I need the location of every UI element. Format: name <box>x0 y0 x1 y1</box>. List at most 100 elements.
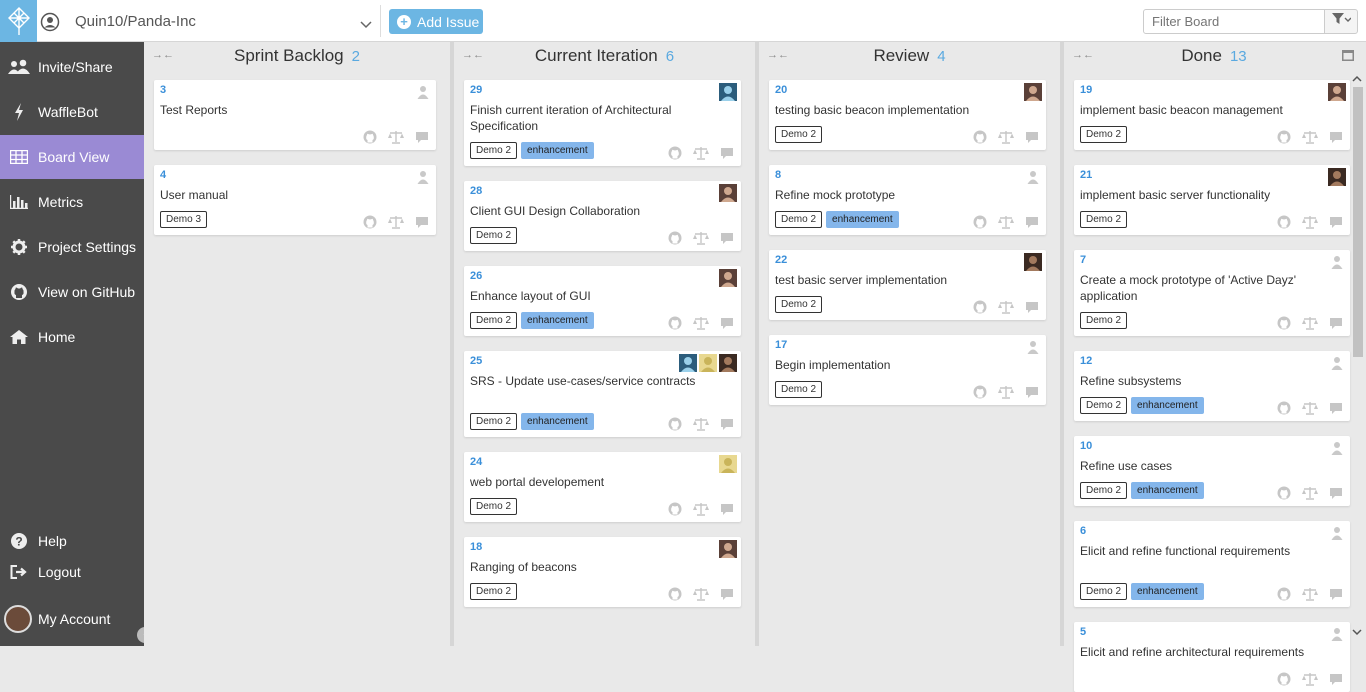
issue-title[interactable]: test basic server implementation <box>775 272 1006 288</box>
issue-number[interactable]: 6 <box>1080 525 1086 537</box>
issue-card[interactable]: 6 Elicit and refine functional requiremen… <box>1074 521 1350 607</box>
comment-icon[interactable] <box>1024 130 1040 144</box>
github-icon[interactable] <box>972 215 988 229</box>
issue-card[interactable]: 3 Test Reports <box>154 80 436 150</box>
issue-number[interactable]: 5 <box>1080 626 1086 638</box>
balance-scale-icon[interactable] <box>1302 672 1318 686</box>
comment-icon[interactable] <box>1328 587 1344 601</box>
unassigned-user-icon[interactable] <box>1024 168 1042 186</box>
comment-icon[interactable] <box>1328 130 1344 144</box>
label-enhancement[interactable]: enhancement <box>826 211 899 228</box>
issue-title[interactable]: implement basic beacon management <box>1080 102 1310 118</box>
label-enhancement[interactable]: enhancement <box>521 312 594 329</box>
my-account-link[interactable]: My Account <box>0 597 144 641</box>
balance-scale-icon[interactable] <box>693 417 709 431</box>
github-icon[interactable] <box>667 502 683 516</box>
issue-number[interactable]: 19 <box>1080 84 1092 96</box>
balance-scale-icon[interactable] <box>1302 587 1318 601</box>
sidebar-item-home[interactable]: Home <box>0 315 144 359</box>
balance-scale-icon[interactable] <box>1302 130 1318 144</box>
issue-card[interactable]: 25 SRS - Update use-cases/service contrac… <box>464 351 741 437</box>
issue-card[interactable]: 10 Refine use cases Demo 2 enhancement <box>1074 436 1350 506</box>
comment-icon[interactable] <box>719 587 735 601</box>
balance-scale-icon[interactable] <box>693 502 709 516</box>
label-enhancement[interactable]: enhancement <box>1131 583 1204 600</box>
sidebar-item-view-on-github[interactable]: View on GitHub <box>0 270 144 314</box>
issue-card[interactable]: 12 Refine subsystems Demo 2 enhancement <box>1074 351 1350 421</box>
issue-title[interactable]: Begin implementation <box>775 357 1006 373</box>
logout-link[interactable]: Logout <box>0 550 144 594</box>
balance-scale-icon[interactable] <box>693 146 709 160</box>
issue-number[interactable]: 3 <box>160 84 166 96</box>
assignee-avatar[interactable] <box>1328 83 1346 101</box>
issue-number[interactable]: 8 <box>775 169 781 181</box>
github-icon[interactable] <box>972 130 988 144</box>
repo-select[interactable]: Quin10/Panda-Inc <box>65 5 381 37</box>
issue-card[interactable]: 4 User manual Demo 3 <box>154 165 436 235</box>
issue-title[interactable]: Ranging of beacons <box>470 559 701 575</box>
balance-scale-icon[interactable] <box>998 130 1014 144</box>
label-milestone[interactable]: Demo 2 <box>470 498 518 515</box>
issue-title[interactable]: SRS - Update use-cases/service contracts <box>470 373 701 389</box>
issue-title[interactable]: Finish current iteration of Architectura… <box>470 102 701 134</box>
issue-title[interactable]: Elicit and refine architectural requirem… <box>1080 644 1310 660</box>
board-scrollbar[interactable] <box>1350 70 1364 640</box>
github-icon[interactable] <box>362 215 378 229</box>
balance-scale-icon[interactable] <box>693 231 709 245</box>
issue-number[interactable]: 24 <box>470 456 482 468</box>
issue-card[interactable]: 17 Begin implementation Demo 2 <box>769 335 1046 405</box>
comment-icon[interactable] <box>719 502 735 516</box>
label-milestone[interactable]: Demo 2 <box>775 381 823 398</box>
github-icon[interactable] <box>1276 316 1292 330</box>
issue-title[interactable]: Create a mock prototype of 'Active Dayz'… <box>1080 272 1310 304</box>
balance-scale-icon[interactable] <box>693 587 709 601</box>
assignee-avatar[interactable] <box>719 83 737 101</box>
unassigned-user-icon[interactable] <box>1328 439 1346 457</box>
issue-card[interactable]: 28 Client GUI Design Collaboration Demo 2 <box>464 181 741 251</box>
issue-card[interactable]: 29 Finish current iteration of Architectu… <box>464 80 741 166</box>
label-milestone[interactable]: Demo 2 <box>1080 397 1128 414</box>
issue-title[interactable]: Elicit and refine functional requirement… <box>1080 543 1310 559</box>
issue-number[interactable]: 29 <box>470 84 482 96</box>
label-milestone[interactable]: Demo 2 <box>775 211 823 228</box>
issue-card[interactable]: 18 Ranging of beacons Demo 2 <box>464 537 741 607</box>
github-icon[interactable] <box>667 231 683 245</box>
comment-icon[interactable] <box>1328 401 1344 415</box>
github-icon[interactable] <box>362 130 378 144</box>
label-enhancement[interactable]: enhancement <box>521 413 594 430</box>
comment-icon[interactable] <box>1024 215 1040 229</box>
unassigned-user-icon[interactable] <box>414 83 432 101</box>
comment-icon[interactable] <box>414 130 430 144</box>
label-milestone[interactable]: Demo 2 <box>470 227 518 244</box>
label-milestone[interactable]: Demo 2 <box>1080 211 1128 228</box>
label-enhancement[interactable]: enhancement <box>1131 397 1204 414</box>
github-icon[interactable] <box>1276 401 1292 415</box>
assignee-avatar[interactable] <box>1024 83 1042 101</box>
balance-scale-icon[interactable] <box>1302 401 1318 415</box>
issue-card[interactable]: 8 Refine mock prototype Demo 2 enhancement <box>769 165 1046 235</box>
label-milestone[interactable]: Demo 2 <box>1080 126 1128 143</box>
issue-title[interactable]: Test Reports <box>160 102 396 118</box>
balance-scale-icon[interactable] <box>388 215 404 229</box>
comment-icon[interactable] <box>719 146 735 160</box>
label-milestone[interactable]: Demo 2 <box>1080 583 1128 600</box>
balance-scale-icon[interactable] <box>693 316 709 330</box>
balance-scale-icon[interactable] <box>998 215 1014 229</box>
issue-title[interactable]: Enhance layout of GUI <box>470 288 701 304</box>
balance-scale-icon[interactable] <box>998 385 1014 399</box>
label-enhancement[interactable]: enhancement <box>521 142 594 159</box>
github-icon[interactable] <box>972 385 988 399</box>
issue-card[interactable]: 21 implement basic server functionality De… <box>1074 165 1350 235</box>
label-milestone[interactable]: Demo 2 <box>470 413 518 430</box>
issue-card[interactable]: 20 testing basic beacon implementation Dem… <box>769 80 1046 150</box>
issue-title[interactable]: implement basic server functionality <box>1080 187 1310 203</box>
unassigned-user-icon[interactable] <box>1024 338 1042 356</box>
github-icon[interactable] <box>972 300 988 314</box>
github-icon[interactable] <box>1276 587 1292 601</box>
comment-icon[interactable] <box>719 316 735 330</box>
assignee-avatar[interactable] <box>679 354 697 372</box>
comment-icon[interactable] <box>1328 316 1344 330</box>
assignee-avatar[interactable] <box>719 269 737 287</box>
balance-scale-icon[interactable] <box>1302 215 1318 229</box>
issue-card[interactable]: 26 Enhance layout of GUI Demo 2 enhancement <box>464 266 741 336</box>
